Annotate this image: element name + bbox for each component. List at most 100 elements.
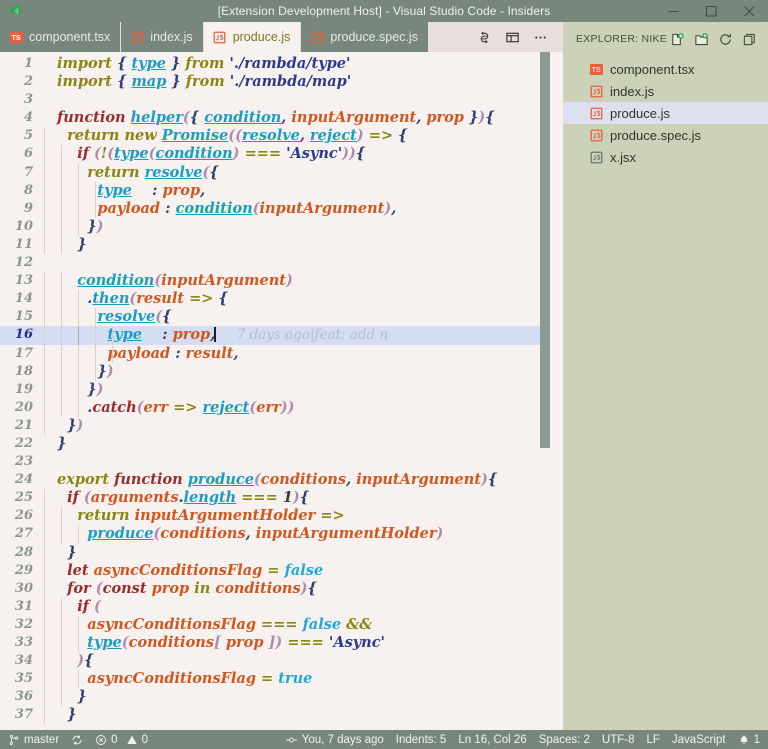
tab-index-js[interactable]: index.js	[121, 22, 204, 52]
code-line[interactable]: 36 }	[0, 688, 563, 707]
close-button[interactable]	[730, 0, 768, 22]
code-line[interactable]: 29 let asyncConditionsFlag = false	[0, 561, 563, 580]
tab-component-tsx[interactable]: TS component.tsx	[0, 22, 122, 52]
code-line[interactable]: 21 })	[0, 416, 563, 435]
code-line-active[interactable]: 16 type : prop, 7 days ago|feat: add n	[0, 326, 563, 345]
code-line[interactable]: 6 if (!(type(condition) === 'Async')){	[0, 145, 563, 164]
editor-group: TS component.tsx index.js produce.js pro…	[0, 22, 563, 730]
line-number: 33	[14, 635, 33, 650]
status-indents[interactable]: Indents: 5	[390, 730, 453, 749]
code-line[interactable]: 28 }	[0, 543, 563, 562]
tab-produce-spec-js[interactable]: produce.spec.js	[301, 22, 429, 52]
code-line[interactable]: 7 return resolve({	[0, 163, 563, 182]
code-line[interactable]: 31 if (	[0, 597, 563, 616]
window-controls	[654, 0, 768, 22]
status-cursor-position[interactable]: Ln 16, Col 26	[452, 730, 532, 749]
code-line[interactable]: 22}	[0, 435, 563, 453]
code-line[interactable]: 4 function helper({ condition, inputArgum…	[0, 109, 563, 127]
status-indentation-label: Spaces: 2	[538, 733, 590, 746]
explorer-item-x-jsx[interactable]: x.jsx	[563, 146, 768, 168]
maximize-button[interactable]	[692, 0, 730, 22]
status-branch[interactable]: master	[2, 730, 65, 749]
code-line[interactable]: 10 })	[0, 217, 563, 236]
code-line[interactable]: 13 condition(inputArgument)	[0, 272, 563, 291]
refresh-icon[interactable]	[715, 29, 736, 50]
explorer-item-index-js[interactable]: index.js	[563, 80, 768, 102]
code-line[interactable]: 18 })	[0, 362, 563, 381]
explorer-item-label: produce.spec.js	[610, 127, 702, 143]
ellipsis-icon[interactable]	[527, 24, 553, 50]
explorer-item-component-tsx[interactable]: TS component.tsx	[563, 58, 768, 80]
status-eol[interactable]: LF	[640, 730, 665, 749]
code-line[interactable]: 32 asyncConditionsFlag === false &&	[0, 615, 563, 634]
status-sync[interactable]	[65, 730, 89, 749]
indent-guide	[60, 163, 62, 182]
status-notifications[interactable]: 1	[732, 730, 766, 749]
code-editor[interactable]: 1 import { type } from './rambda/type' 2 im…	[0, 52, 563, 730]
code-line[interactable]: 33 type(conditions[ prop ]) === 'Async'	[0, 634, 563, 653]
collapse-all-icon[interactable]	[739, 29, 760, 50]
indent-guide	[44, 362, 45, 381]
code-line[interactable]: 20 .catch(err => reject(err))	[0, 398, 563, 417]
editor-vertical-scrollbar[interactable]	[540, 52, 550, 730]
indent-guide	[77, 344, 79, 363]
code-line[interactable]: 3	[0, 91, 563, 109]
status-encoding[interactable]: UTF-8	[596, 730, 641, 749]
code-line-text: }	[44, 543, 563, 562]
indent-guide	[77, 362, 79, 381]
code-line[interactable]: 25 if (arguments.length === 1){	[0, 489, 563, 508]
indent-guide	[44, 181, 45, 200]
explorer-item-produce-spec-js[interactable]: produce.spec.js	[563, 124, 768, 146]
code-line[interactable]: 2 import { map } from './rambda/map'	[0, 73, 563, 91]
line-number: 29	[14, 562, 33, 578]
indent-guide	[44, 543, 45, 562]
minimize-button[interactable]	[654, 0, 692, 22]
code-line[interactable]: 30 for (const prop in conditions){	[0, 579, 563, 598]
code-line[interactable]: 37 }	[0, 706, 563, 725]
panel-layout-icon[interactable]	[499, 24, 525, 50]
new-file-icon[interactable]	[667, 29, 688, 50]
line-number: 7	[23, 164, 33, 180]
code-line[interactable]: 35 asyncConditionsFlag = true	[0, 670, 563, 689]
code-line[interactable]: 24 export function produce(conditions, in…	[0, 471, 563, 489]
indent-guide	[60, 272, 62, 291]
status-indentation[interactable]: Spaces: 2	[533, 730, 596, 749]
status-problems[interactable]: 0 0	[89, 730, 154, 749]
scrollbar-thumb[interactable]	[540, 52, 550, 448]
code-line-text: condition(inputArgument)	[44, 272, 563, 291]
code-line[interactable]: 5 return new Promise((resolve, reject) =…	[0, 127, 563, 146]
explorer-sidebar: EXPLORER: NIKE... TS component.tsx index…	[563, 22, 768, 730]
explorer-item-produce-js[interactable]: produce.js	[563, 102, 768, 124]
code-line[interactable]: 9 payload : condition(inputArgument),	[0, 199, 563, 218]
code-line[interactable]: 26 return inputArgumentHolder =>	[0, 507, 563, 526]
code-line[interactable]: 17 payload : result,	[0, 344, 563, 363]
tab-produce-js[interactable]: produce.js	[203, 22, 302, 52]
code-line[interactable]: 11 }	[0, 235, 563, 255]
code-line[interactable]: 19 })	[0, 380, 563, 399]
code-line[interactable]: 23	[0, 453, 563, 471]
code-line-text: asyncConditionsFlag === false &&	[44, 615, 563, 634]
status-git-blame[interactable]: You, 7 days ago	[279, 730, 390, 749]
line-number: 35	[14, 671, 33, 687]
code-line[interactable]: 34 ){	[0, 652, 563, 671]
indent-guide	[60, 290, 62, 309]
indent-guide	[44, 652, 45, 671]
status-language-mode[interactable]: JavaScript	[666, 730, 732, 749]
code-line[interactable]: 8 type : prop,	[0, 181, 563, 200]
explorer-file-list: TS component.tsx index.js produce.js produce…	[563, 56, 768, 730]
tab-label: component.tsx	[29, 30, 111, 44]
code-line[interactable]: 27 produce(conditions, inputArgumentHold…	[0, 525, 563, 544]
code-line[interactable]: 14 .then(result => {	[0, 290, 563, 309]
code-line-text: import { type } from './rambda/type'	[57, 55, 351, 72]
line-number: 6	[23, 146, 33, 162]
code-line[interactable]: 15 resolve({	[0, 308, 563, 327]
code-line-text: type : prop, 7 days ago|feat: add n	[44, 326, 563, 345]
code-line[interactable]: 1 import { type } from './rambda/type'	[0, 55, 563, 73]
code-line[interactable]: 12	[0, 254, 563, 272]
new-folder-icon[interactable]	[691, 29, 712, 50]
status-branch-label: master	[24, 733, 60, 746]
line-number: 34	[14, 653, 33, 669]
indent-guide	[44, 507, 45, 526]
window-title: [Extension Development Host] - Visual St…	[217, 4, 551, 18]
split-editor-icon[interactable]	[471, 24, 497, 50]
